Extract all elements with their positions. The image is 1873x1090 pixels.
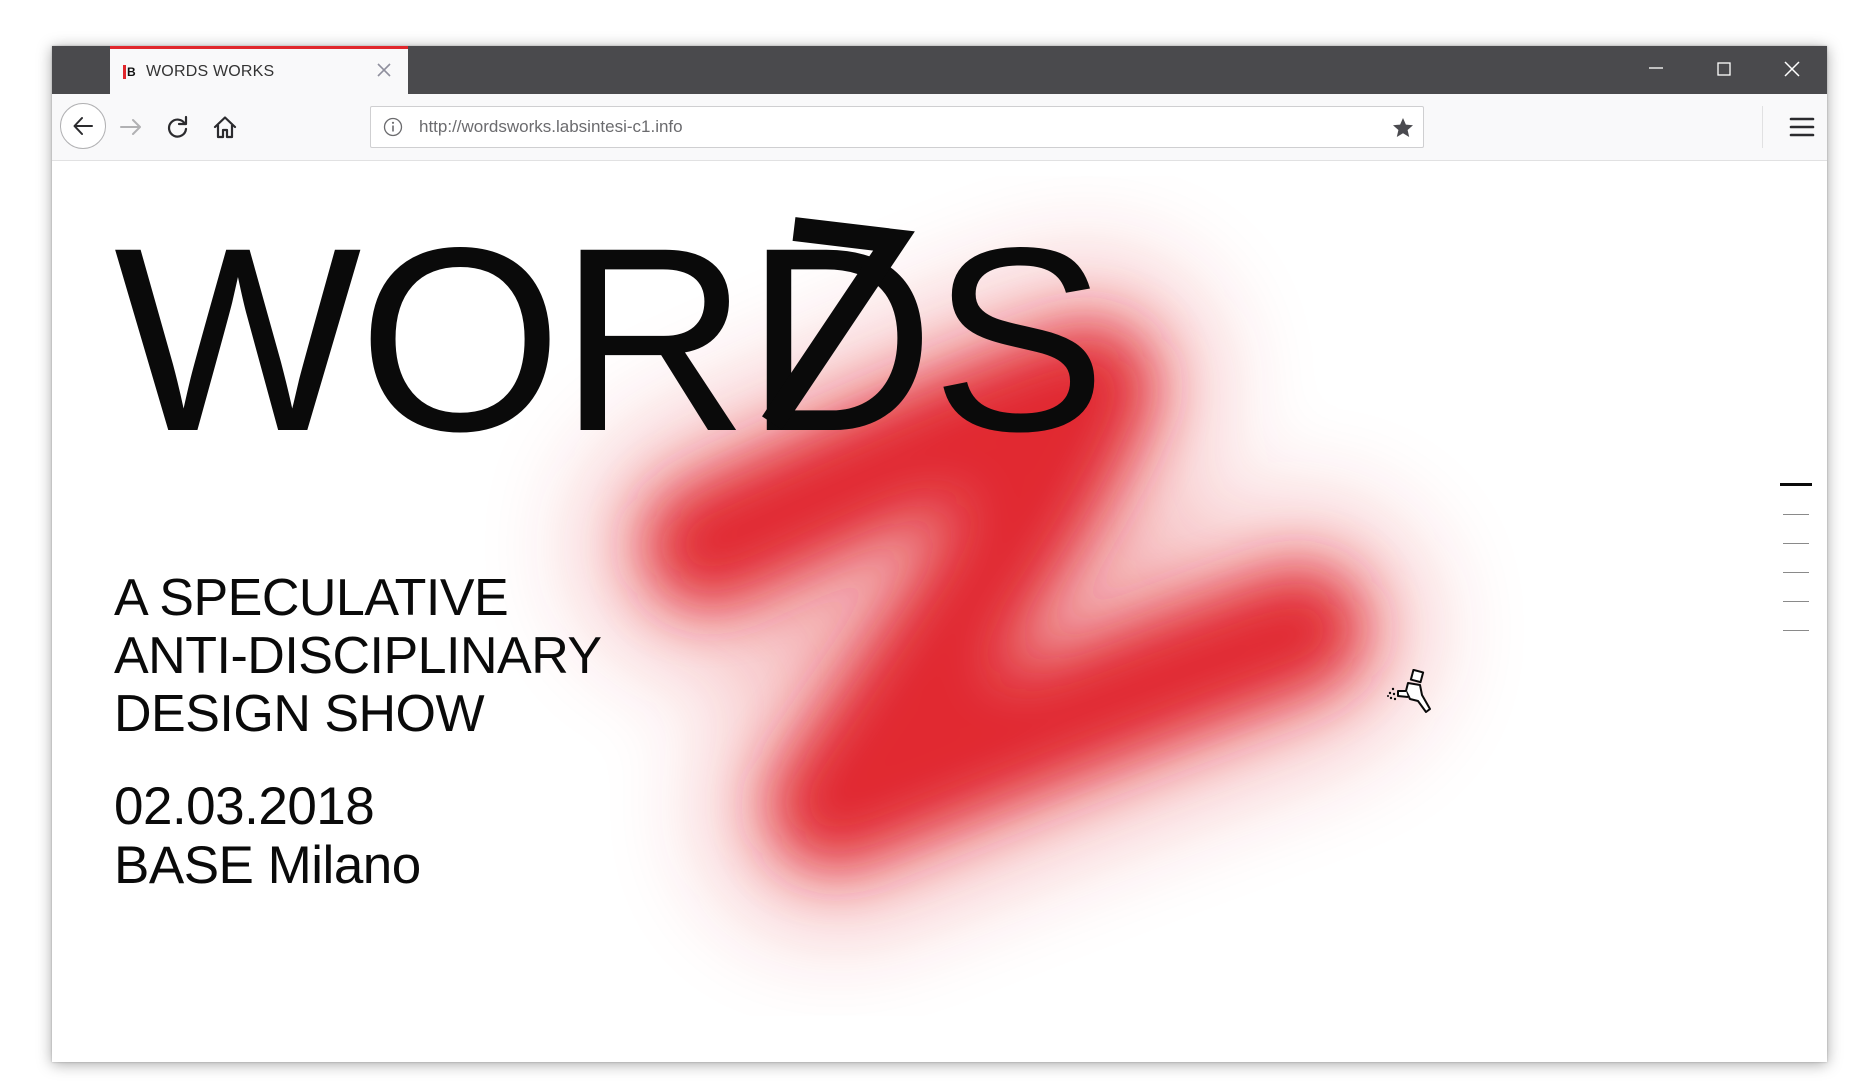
spray-gun-cursor-icon (1387, 669, 1431, 713)
page-content: WORDS A SPECULATIVE ANTI-DISCIPLINARY DE… (52, 161, 1827, 1062)
browser-window: B WORDS WORKS http://wordsworks.labsinte… (52, 46, 1827, 1062)
section-nav-item[interactable] (1783, 543, 1809, 544)
navigation-toolbar: http://wordsworks.labsintesi-c1.info (52, 94, 1827, 161)
tab-close-icon[interactable] (374, 60, 394, 80)
arrow-left-icon (73, 117, 93, 135)
minimize-icon (1649, 67, 1663, 69)
forward-button[interactable] (118, 114, 144, 140)
event-info: 02.03.2018 BASE Milano (114, 777, 421, 895)
section-nav-item[interactable] (1783, 601, 1809, 602)
tagline-line-1: A SPECULATIVE (114, 569, 509, 627)
hamburger-menu-icon[interactable] (1787, 112, 1817, 142)
maximize-icon (1717, 62, 1731, 76)
tagline-line-3: DESIGN SHOW (114, 685, 485, 743)
section-nav-item[interactable] (1783, 630, 1809, 631)
bookmark-star-icon[interactable] (1391, 116, 1415, 140)
event-venue: BASE Milano (114, 836, 421, 895)
arrow-right-icon (120, 119, 141, 135)
home-icon (213, 116, 237, 139)
url-text[interactable]: http://wordsworks.labsintesi-c1.info (419, 117, 683, 137)
home-button[interactable] (212, 114, 238, 140)
section-nav-item[interactable] (1783, 514, 1809, 515)
browser-tab[interactable]: B WORDS WORKS (110, 46, 408, 94)
event-date: 02.03.2018 (114, 777, 375, 836)
maximize-button[interactable] (1690, 46, 1758, 94)
info-icon[interactable] (383, 117, 403, 137)
back-button[interactable] (60, 103, 106, 149)
address-bar[interactable]: http://wordsworks.labsintesi-c1.info (370, 106, 1424, 148)
reload-icon (167, 115, 188, 138)
section-nav-item[interactable] (1780, 483, 1812, 486)
toolbar-divider (1762, 106, 1763, 148)
minimize-button[interactable] (1622, 46, 1690, 94)
section-nav-item[interactable] (1783, 572, 1809, 573)
hero-title-strikethrough (762, 217, 915, 430)
site-favicon-icon: B (123, 65, 137, 79)
tagline-line-2: ANTI-DISCIPLINARY (114, 627, 602, 685)
window-close-button[interactable] (1758, 46, 1826, 94)
close-icon (1784, 61, 1800, 77)
section-nav (1780, 483, 1814, 659)
tab-title: WORDS WORKS (146, 63, 275, 80)
tagline: A SPECULATIVE ANTI-DISCIPLINARY DESIGN S… (114, 569, 602, 743)
title-bar: B WORDS WORKS (52, 46, 1827, 94)
hero-title: WORDS (114, 209, 1106, 471)
reload-button[interactable] (165, 114, 191, 140)
